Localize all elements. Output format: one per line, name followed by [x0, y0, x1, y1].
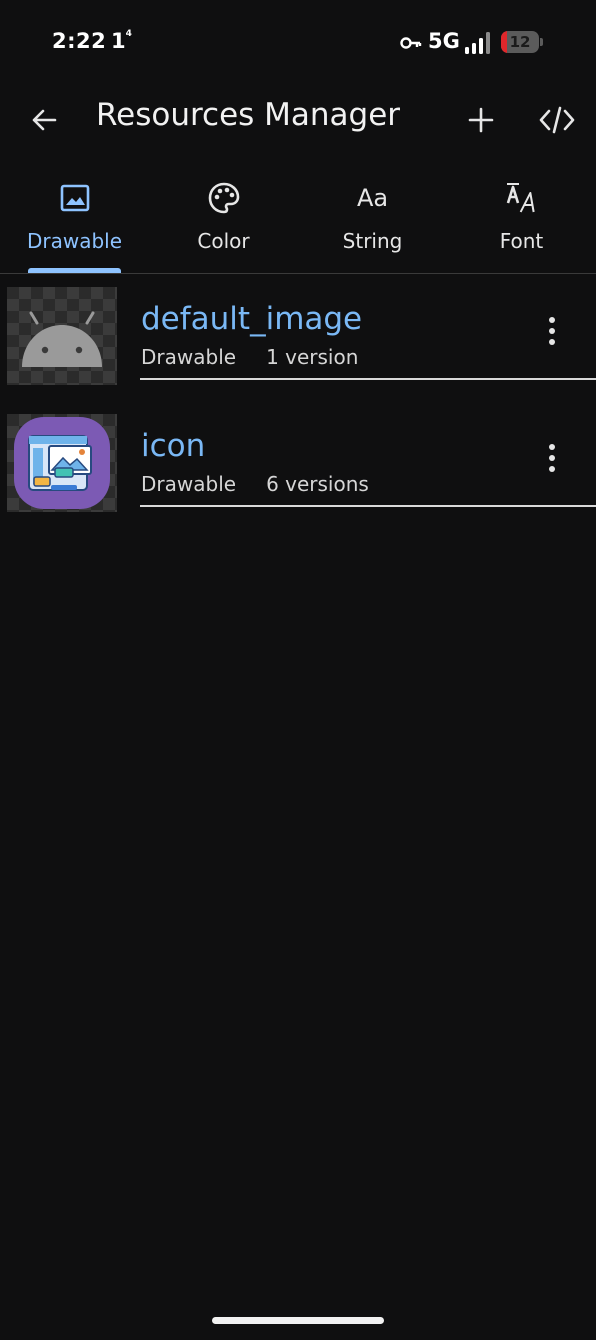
list-item[interactable]: icon Drawable 6 versions — [0, 411, 596, 538]
battery-body: 12 — [501, 31, 539, 53]
more-options-button[interactable] — [533, 435, 571, 481]
app-bar: Resources Manager — [0, 84, 596, 164]
resource-versions: 6 versions — [266, 472, 369, 496]
arrow-left-icon — [32, 109, 57, 131]
code-icon — [539, 106, 575, 134]
battery-level: 12 — [509, 33, 531, 51]
home-indicator[interactable] — [212, 1317, 384, 1324]
resource-name: icon — [141, 428, 206, 464]
divider — [140, 505, 596, 507]
add-resource-button[interactable] — [457, 96, 505, 144]
code-view-button[interactable] — [533, 96, 581, 144]
tab-string-label: String — [342, 229, 403, 253]
tab-color[interactable]: Color — [149, 168, 298, 272]
resource-thumbnail — [7, 287, 117, 385]
app-builder-icon — [14, 417, 110, 509]
list-item[interactable]: default_image Drawable 1 version — [0, 284, 596, 411]
resource-type: Drawable — [141, 472, 237, 496]
android-icon — [22, 311, 102, 367]
resource-thumbnail — [7, 414, 117, 512]
notification-count: 1 — [111, 29, 126, 53]
tab-font-label: Font — [499, 229, 544, 253]
page-title: Resources Manager — [96, 97, 401, 133]
battery-icon: 12 — [501, 31, 545, 55]
palette-icon — [208, 182, 239, 214]
status-time: 2:22 — [52, 29, 107, 53]
tab-drawable[interactable]: Drawable — [0, 168, 149, 273]
resource-list: default_image Drawable 1 version icon Dr… — [0, 284, 596, 538]
notification-indicator: 14 — [111, 29, 132, 53]
battery-tip — [540, 38, 543, 46]
signal-icon — [465, 32, 490, 54]
tab-color-label: Color — [197, 229, 250, 253]
tab-drawable-label: Drawable — [26, 229, 123, 253]
tab-font[interactable]: Font — [447, 168, 596, 272]
more-options-button[interactable] — [533, 308, 571, 354]
text-aa-icon: Aa — [356, 184, 389, 212]
tab-active-indicator — [28, 268, 121, 273]
font-icon — [506, 183, 535, 213]
divider — [140, 378, 596, 380]
resource-tabs: Drawable Color Aa String Font — [0, 168, 596, 274]
network-type: 5G — [428, 29, 460, 53]
resource-versions: 1 version — [266, 345, 359, 369]
status-bar: 2:22 14 5G 12 — [0, 0, 596, 84]
resource-meta: Drawable 1 version — [141, 345, 358, 369]
resource-meta: Drawable 6 versions — [141, 472, 369, 496]
more-vert-icon — [549, 317, 555, 345]
notification-sup: 4 — [125, 29, 132, 39]
tab-string[interactable]: Aa String — [298, 168, 447, 272]
back-button[interactable] — [20, 96, 68, 144]
plus-icon — [468, 107, 494, 133]
more-vert-icon — [549, 444, 555, 472]
resource-type: Drawable — [141, 345, 237, 369]
image-icon — [60, 184, 89, 212]
key-icon — [400, 37, 422, 49]
resource-name: default_image — [141, 301, 363, 337]
